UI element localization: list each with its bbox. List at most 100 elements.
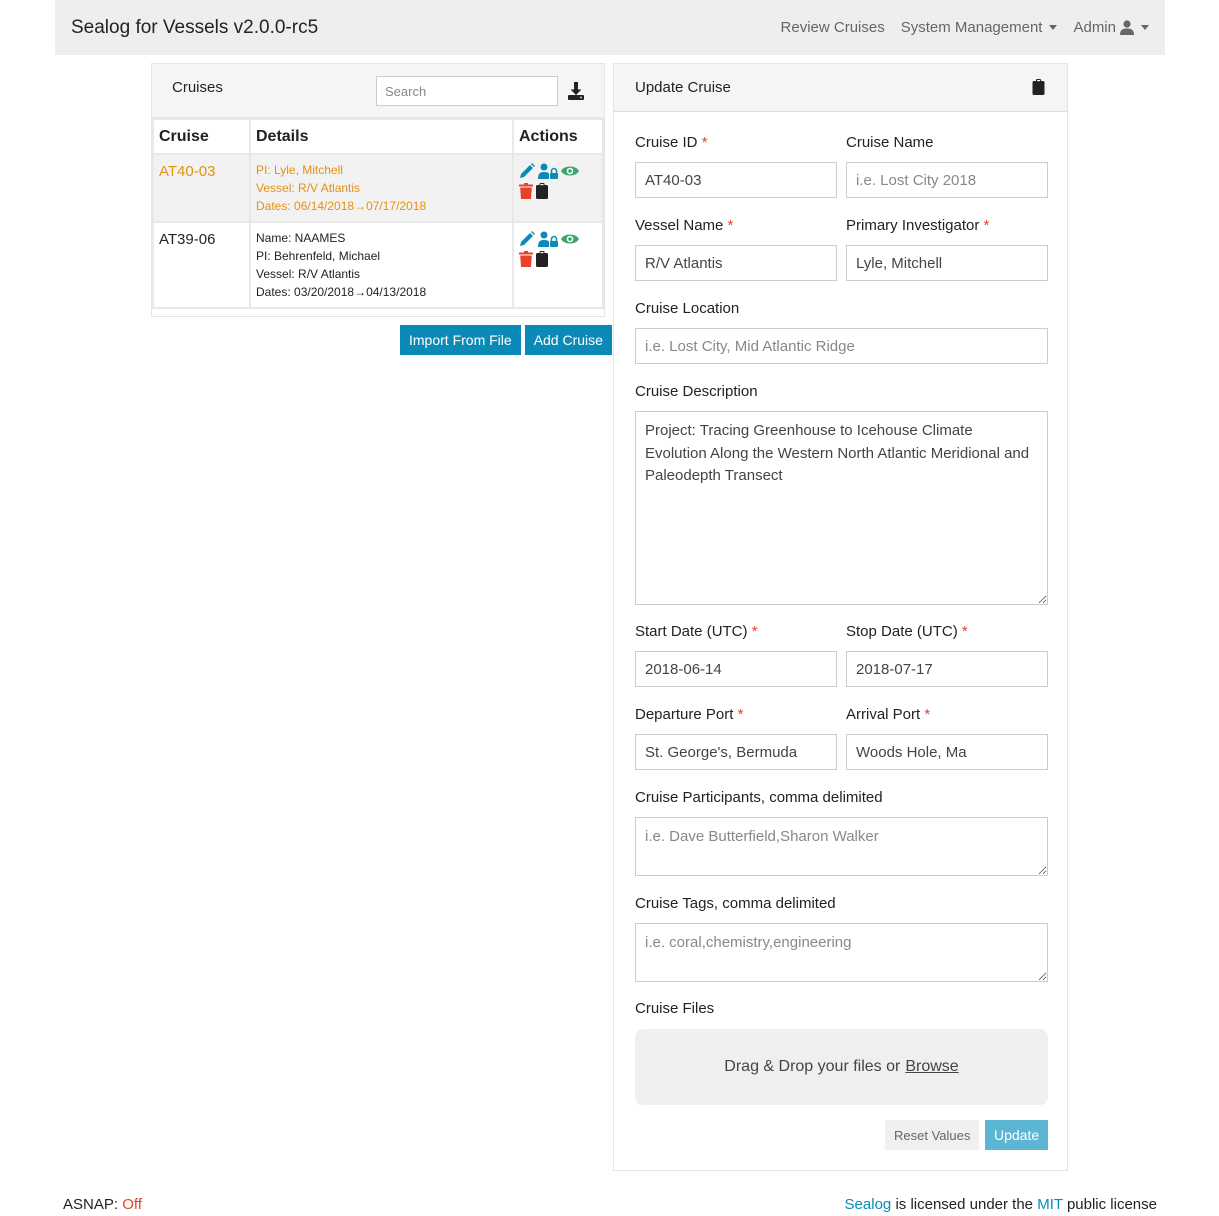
license-text: Sealog is licensed under the MIT public … [845,1196,1157,1213]
detail-vessel: Vessel: R/V Atlantis [256,267,361,281]
add-cruise-button[interactable]: Add Cruise [524,325,612,355]
trash-icon[interactable] [519,183,533,199]
user-lock-icon[interactable] [538,231,558,247]
start-date: 06/14/2018 [294,199,355,213]
update-button[interactable]: Update [985,1120,1049,1150]
detail-pi: PI: Lyle, Mitchell [256,163,343,177]
tags-textarea[interactable] [635,923,1048,982]
caret-down-icon [1049,25,1058,30]
clipboard-icon[interactable] [536,183,548,199]
file-dropzone[interactable]: Drag & Drop your files or Browse [635,1029,1048,1105]
reset-values-button[interactable]: Reset Values [885,1120,980,1150]
nav-admin-label: Admin [1073,19,1116,36]
required-mark: * [727,217,734,234]
search-input[interactable] [376,76,558,106]
required-mark: * [737,706,744,723]
update-cruise-title: Update Cruise [635,79,731,96]
dates-label: Dates: [256,285,295,299]
required-mark: * [751,623,758,640]
cruise-id-cell[interactable]: AT40-03 [152,153,251,223]
import-from-file-button[interactable]: Import From File [400,325,521,355]
cruise-details-cell: PI: Lyle, Mitchell Vessel: R/V Atlantis … [249,153,514,223]
detail-name: Name: NAAMES [256,231,346,245]
nav-review-cruises-label: Review Cruises [780,19,885,36]
dropzone-text: Drag & Drop your files or [724,1058,901,1075]
departure-port-label: Departure Port * [635,706,743,723]
cruise-details-cell: Name: NAAMES PI: Behrenfeld, Michael Ves… [249,221,514,309]
eye-icon[interactable] [561,231,579,247]
clipboard-icon[interactable] [1032,79,1045,95]
cruise-name-input[interactable] [846,162,1048,198]
table-header-row: Cruise Details Actions [152,118,604,155]
pencil-icon[interactable] [519,163,535,179]
arrow-right-icon: → [354,285,367,299]
asnap-value: Off [122,1196,142,1213]
clipboard-icon[interactable] [536,251,548,267]
detail-pi: PI: Behrenfeld, Michael [256,249,381,263]
cruises-panel: Cruises Cruise Details Actions AT40-03 P… [151,63,605,317]
start-date-input[interactable] [635,651,837,687]
arrival-port-label-text: Arrival Port [846,706,921,723]
stop-date-label-text: Stop Date (UTC) [846,623,958,640]
required-mark: * [924,706,931,723]
arrival-port-label: Arrival Port * [846,706,930,723]
app-brand[interactable]: Sealog for Vessels v2.0.0-rc5 [71,17,318,39]
eye-icon[interactable] [561,163,579,179]
required-mark: * [701,134,708,151]
column-header-cruise: Cruise [152,118,251,155]
nav-admin[interactable]: Admin [1073,19,1149,36]
tags-label: Cruise Tags, comma delimited [635,895,836,912]
update-cruise-panel: Update Cruise Cruise ID * Cruise Name Ve… [613,63,1068,1171]
cruise-description-textarea[interactable]: Project: Tracing Greenhouse to Icehouse … [635,411,1048,605]
stop-date: 04/13/2018 [366,285,427,299]
cruise-id-label: Cruise ID * [635,134,708,151]
cruise-id-label-text: Cruise ID [635,134,698,151]
cruise-actions-cell [512,153,604,223]
cruise-location-input[interactable] [635,328,1048,364]
table-row[interactable]: AT39-06 Name: NAAMES PI: Behrenfeld, Mic… [152,221,604,309]
user-icon [1120,20,1134,35]
pi-label: Primary Investigator * [846,217,989,234]
sealog-link[interactable]: Sealog [845,1196,892,1213]
cruises-panel-header: Cruises [152,64,604,118]
cruise-location-label: Cruise Location [635,300,740,317]
pi-input[interactable] [846,245,1048,281]
cruise-actions-cell [512,221,604,309]
mit-link[interactable]: MIT [1037,1196,1063,1213]
table-row[interactable]: AT40-03 PI: Lyle, Mitchell Vessel: R/V A… [152,153,604,223]
stop-date: 07/17/2018 [366,199,427,213]
download-icon[interactable] [568,82,584,100]
navbar: Sealog for Vessels v2.0.0-rc5 Review Cru… [55,0,1165,55]
cruise-files-label: Cruise Files [635,1000,715,1017]
cruise-name-label: Cruise Name [846,134,934,151]
license-text-1: is licensed under the [895,1196,1034,1213]
departure-port-label-text: Departure Port [635,706,734,723]
cruise-id-input[interactable] [635,162,837,198]
nav-review-cruises[interactable]: Review Cruises [781,19,885,36]
cruises-table: Cruise Details Actions AT40-03 PI: Lyle,… [152,118,604,309]
license-text-2: public license [1066,1196,1157,1213]
pencil-icon[interactable] [519,231,535,247]
stop-date-input[interactable] [846,651,1048,687]
arrival-port-input[interactable] [846,734,1048,770]
cruise-id-cell[interactable]: AT39-06 [152,221,251,309]
vessel-name-input[interactable] [635,245,837,281]
update-cruise-header: Update Cruise [614,64,1067,112]
start-date: 03/20/2018 [294,285,355,299]
participants-textarea[interactable] [635,817,1048,876]
participants-label: Cruise Participants, comma delimited [635,789,883,806]
nav-system-management[interactable]: System Management [901,19,1058,36]
nav-menu: Review Cruises System Management Admin [781,19,1149,36]
arrow-right-icon: → [354,199,367,213]
asnap-label: ASNAP: [63,1196,119,1213]
required-mark: * [961,623,968,640]
cruises-panel-title: Cruises [172,79,223,96]
pi-label-text: Primary Investigator [846,217,980,234]
departure-port-input[interactable] [635,734,837,770]
caret-down-icon [1141,25,1149,30]
dates-label: Dates: [256,199,295,213]
user-lock-icon[interactable] [538,163,558,179]
column-header-actions: Actions [512,118,604,155]
trash-icon[interactable] [519,251,533,267]
browse-link[interactable]: Browse [905,1058,958,1076]
